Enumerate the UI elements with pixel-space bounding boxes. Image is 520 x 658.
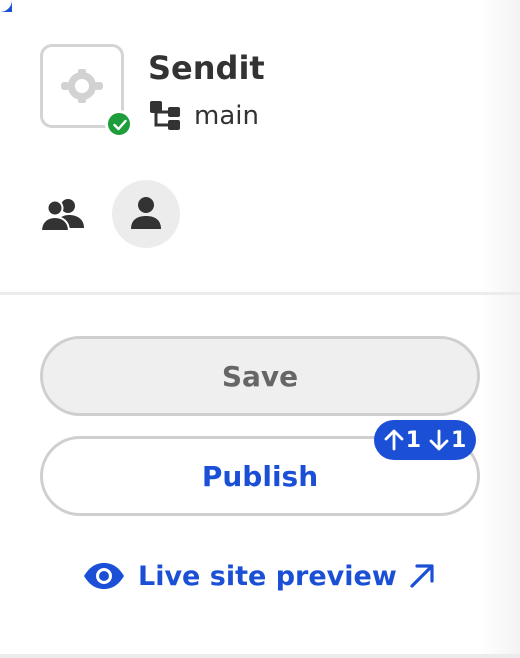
live-site-preview-label: Live site preview [138,560,397,592]
arrow-down-icon [429,429,449,451]
user-avatar[interactable] [112,180,180,248]
arrow-up-icon [384,429,404,451]
project-panel: Sendit main Save Publish 1 1 Live site p… [0,0,520,658]
collaborators-row [40,180,240,248]
branch-name: main [194,101,259,131]
section-divider [0,292,520,295]
project-header: Sendit main [40,44,480,140]
commits-ahead-count: 1 [405,427,421,453]
publish-button-label: Publish [201,459,319,493]
panel-edge-shadow [480,0,520,658]
user-avatar-icon [131,197,161,229]
commits-behind-count: 1 [451,427,467,453]
external-link-icon [410,564,434,588]
save-button[interactable]: Save [40,336,480,416]
users-group-icon[interactable] [40,198,86,232]
branch-icon [150,101,180,130]
project-logo-icon [61,69,103,103]
save-button-label: Save [221,359,299,393]
bottom-divider [0,654,520,658]
status-check-icon [105,110,133,138]
branch-selector[interactable]: main [150,98,259,134]
corner-accent [0,0,12,12]
sync-status-badge: 1 1 [374,420,476,460]
live-site-preview-link[interactable]: Live site preview [82,556,435,596]
eye-icon [84,563,124,589]
project-name: Sendit [148,49,265,87]
